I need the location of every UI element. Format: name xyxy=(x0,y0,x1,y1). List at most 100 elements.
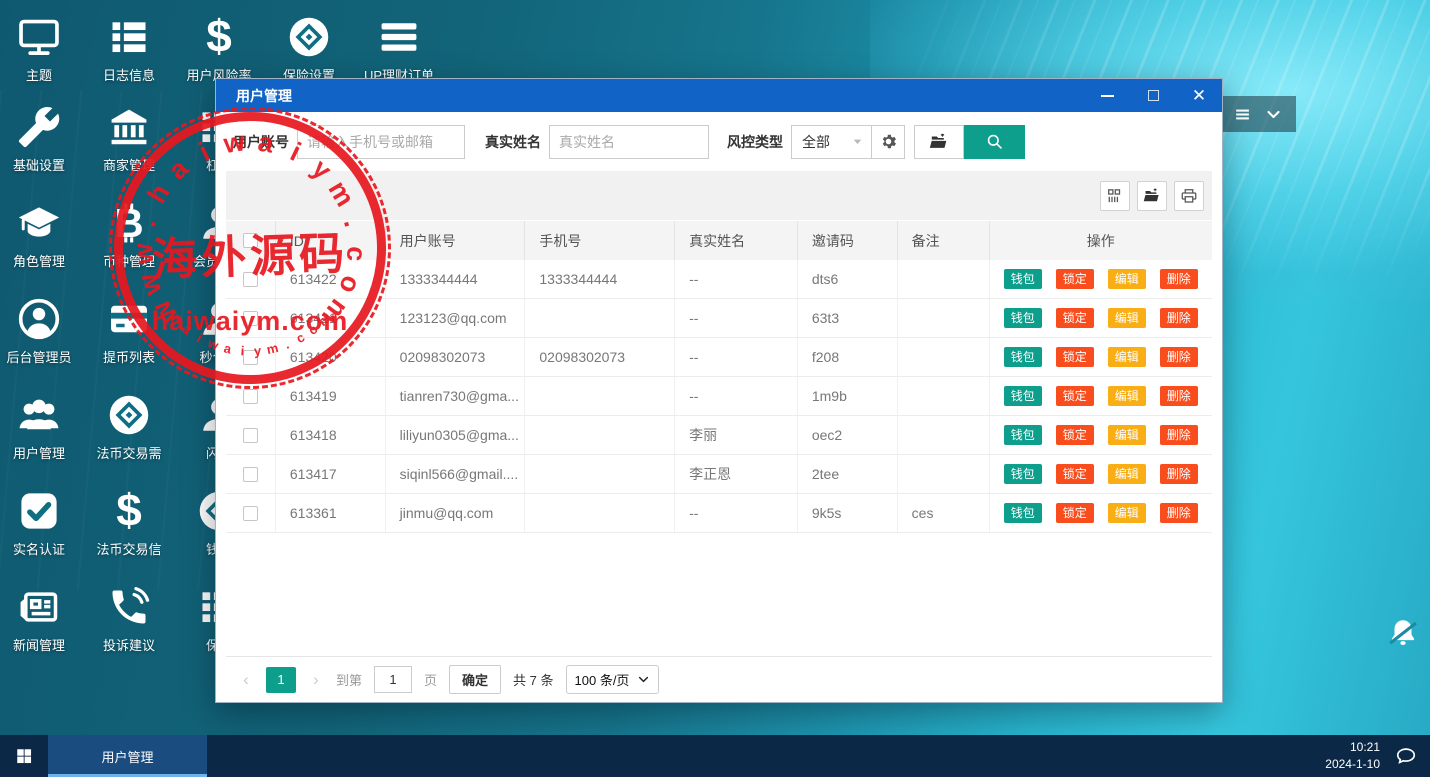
search-form: 用户账号 真实姓名 风控类型 全部 xyxy=(216,112,1222,171)
cell-actions: 钱包锁定编辑删除 xyxy=(990,494,1213,532)
next-page-button[interactable]: › xyxy=(308,670,324,690)
cell-id: 613422 xyxy=(276,260,386,298)
account-input[interactable] xyxy=(297,125,465,159)
menu-icon[interactable] xyxy=(1234,106,1251,123)
edit-button[interactable]: 编辑 xyxy=(1108,425,1146,445)
page-size-select[interactable]: 100 条/页 xyxy=(566,665,660,694)
desktop-icon[interactable]: 提币列表 xyxy=(84,296,174,392)
list-icon xyxy=(106,14,152,60)
realname-input[interactable] xyxy=(549,125,709,159)
cell-account: liliyun0305@gma... xyxy=(386,416,526,454)
row-checkbox[interactable] xyxy=(243,467,258,482)
desktop-icon[interactable]: 角色管理 xyxy=(0,200,84,296)
window-titlebar[interactable]: 用户管理 ✕ xyxy=(216,79,1222,112)
wallet-button[interactable]: 钱包 xyxy=(1004,425,1042,445)
desktop-icon[interactable]: 新闻管理 xyxy=(0,584,84,680)
column-header-phone: 手机号 xyxy=(525,221,675,260)
risk-type-select[interactable]: 全部 xyxy=(791,125,872,159)
goto-page-input[interactable] xyxy=(374,666,412,693)
export-button[interactable] xyxy=(1137,181,1167,211)
minimize-button[interactable] xyxy=(1084,79,1130,112)
print-button[interactable] xyxy=(1174,181,1204,211)
edit-button[interactable]: 编辑 xyxy=(1108,386,1146,406)
row-checkbox[interactable] xyxy=(243,311,258,326)
lock-button[interactable]: 锁定 xyxy=(1056,269,1094,289)
wallet-button[interactable]: 钱包 xyxy=(1004,269,1042,289)
confirm-page-button[interactable]: 确定 xyxy=(449,665,501,694)
taskbar-item-user-management[interactable]: 用户管理 xyxy=(48,735,207,777)
maximize-button[interactable] xyxy=(1130,79,1176,112)
svg-text:B: B xyxy=(114,201,143,245)
close-button[interactable]: ✕ xyxy=(1176,79,1222,112)
desktop-icon[interactable]: 投诉建议 xyxy=(84,584,174,680)
delete-button[interactable]: 删除 xyxy=(1160,503,1198,523)
edit-button[interactable]: 编辑 xyxy=(1108,347,1146,367)
edit-button[interactable]: 编辑 xyxy=(1108,308,1146,328)
column-header-id: ID xyxy=(276,221,386,260)
desktop-icon[interactable]: 商家管理 xyxy=(84,104,174,200)
taskbar-clock[interactable]: 10:21 2024-1-10 xyxy=(1325,739,1380,773)
delete-button[interactable]: 删除 xyxy=(1160,386,1198,406)
bell-muted-icon[interactable] xyxy=(1386,616,1420,650)
lock-button[interactable]: 锁定 xyxy=(1056,386,1094,406)
cell-id: 613361 xyxy=(276,494,386,532)
export-reset-button[interactable] xyxy=(914,125,964,159)
wallet-button[interactable]: 钱包 xyxy=(1004,464,1042,484)
edit-button[interactable]: 编辑 xyxy=(1108,464,1146,484)
start-button[interactable] xyxy=(0,735,48,777)
lock-button[interactable]: 锁定 xyxy=(1056,425,1094,445)
row-checkbox[interactable] xyxy=(243,350,258,365)
lock-button[interactable]: 锁定 xyxy=(1056,464,1094,484)
desktop-icon[interactable]: 主题 xyxy=(0,14,84,84)
logo-icon xyxy=(286,14,332,60)
desktop-icon[interactable]: 日志信息 xyxy=(84,14,174,84)
cell-remark xyxy=(898,260,990,298)
desktop-icon[interactable]: 实名认证 xyxy=(0,488,84,584)
desktop-icon[interactable]: $ 法币交易信 xyxy=(84,488,174,584)
menu-icon xyxy=(376,14,422,60)
wallet-button[interactable]: 钱包 xyxy=(1004,308,1042,328)
select-arrow-icon xyxy=(850,134,865,149)
desktop-icon[interactable]: 后台管理员 xyxy=(0,296,84,392)
desktop-icon-label: 币种管理 xyxy=(103,251,155,270)
desktop-icons-top-row: 主题 日志信息 $ 用户风险率 保险设置 UP理财订单 xyxy=(0,14,444,84)
lock-button[interactable]: 锁定 xyxy=(1056,503,1094,523)
lock-button[interactable]: 锁定 xyxy=(1056,347,1094,367)
current-page-button[interactable]: 1 xyxy=(266,667,296,693)
desktop-icon[interactable]: 用户管理 xyxy=(0,392,84,488)
row-checkbox[interactable] xyxy=(243,506,258,521)
cell-actions: 钱包锁定编辑删除 xyxy=(990,455,1213,493)
select-all-checkbox[interactable] xyxy=(243,233,258,248)
delete-button[interactable]: 删除 xyxy=(1160,308,1198,328)
edit-button[interactable]: 编辑 xyxy=(1108,503,1146,523)
desktop-icon-label: 主题 xyxy=(26,65,52,84)
wallet-button[interactable]: 钱包 xyxy=(1004,503,1042,523)
wallet-button[interactable]: 钱包 xyxy=(1004,347,1042,367)
delete-button[interactable]: 删除 xyxy=(1160,269,1198,289)
desktop-icon[interactable]: 保险设置 xyxy=(264,14,354,84)
desktop-icon[interactable]: B 币种管理 xyxy=(84,200,174,296)
desktop-icon[interactable]: 基础设置 xyxy=(0,104,84,200)
columns-button[interactable] xyxy=(1100,181,1130,211)
chevron-down-icon[interactable] xyxy=(1265,106,1282,123)
cell-remark xyxy=(898,299,990,337)
notification-bubble-icon[interactable] xyxy=(1394,745,1418,767)
cell-remark: ces xyxy=(898,494,990,532)
desktop-icon[interactable]: $ 用户风险率 xyxy=(174,14,264,84)
delete-button[interactable]: 删除 xyxy=(1160,425,1198,445)
delete-button[interactable]: 删除 xyxy=(1160,464,1198,484)
delete-button[interactable]: 删除 xyxy=(1160,347,1198,367)
wallet-button[interactable]: 钱包 xyxy=(1004,386,1042,406)
row-checkbox[interactable] xyxy=(243,428,258,443)
search-button[interactable] xyxy=(964,125,1025,159)
desktop-icon[interactable]: UP理财订单 xyxy=(354,14,444,84)
desktop-icon-label: 商家管理 xyxy=(103,155,155,174)
prev-page-button[interactable]: ‹ xyxy=(238,670,254,690)
desktop-icon[interactable]: 法币交易需 xyxy=(84,392,174,488)
row-checkbox[interactable] xyxy=(243,272,258,287)
people-icon xyxy=(16,392,62,438)
edit-button[interactable]: 编辑 xyxy=(1108,269,1146,289)
lock-button[interactable]: 锁定 xyxy=(1056,308,1094,328)
row-checkbox[interactable] xyxy=(243,389,258,404)
advanced-settings-button[interactable] xyxy=(872,125,905,159)
